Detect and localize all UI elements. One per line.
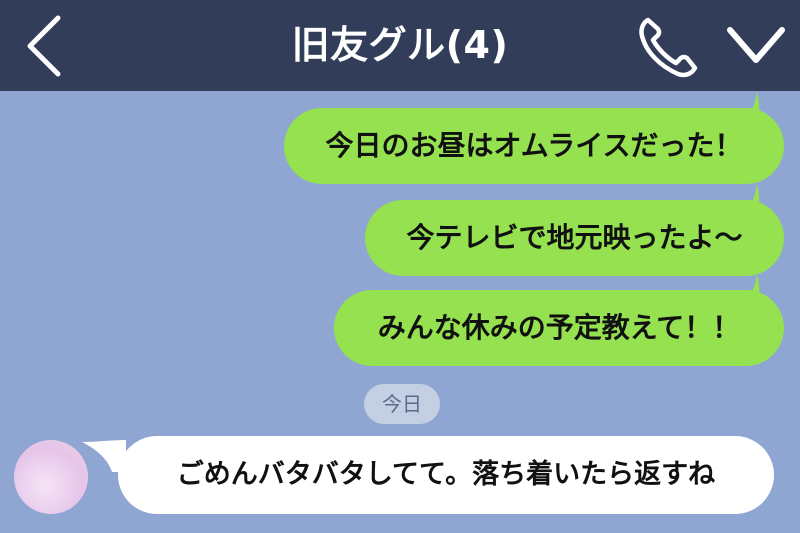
menu-button[interactable] bbox=[722, 12, 790, 78]
date-separator: 今日 bbox=[364, 384, 440, 424]
avatar[interactable] bbox=[14, 440, 88, 514]
call-button[interactable] bbox=[634, 10, 708, 82]
chevron-down-icon bbox=[727, 27, 785, 63]
chat-header: 旧友グル(4) bbox=[0, 0, 800, 91]
phone-icon bbox=[639, 17, 698, 78]
sent-message-bubble[interactable]: 今テレビで地元映ったよ～ bbox=[365, 200, 784, 276]
received-message-bubble[interactable]: ごめんバタバタしてて。落ち着いたら返すね bbox=[118, 436, 774, 514]
sent-message-bubble[interactable]: みんな休みの予定教えて！！ bbox=[334, 290, 784, 366]
sent-message-bubble[interactable]: 今日のお昼はオムライスだった！ bbox=[284, 108, 784, 184]
